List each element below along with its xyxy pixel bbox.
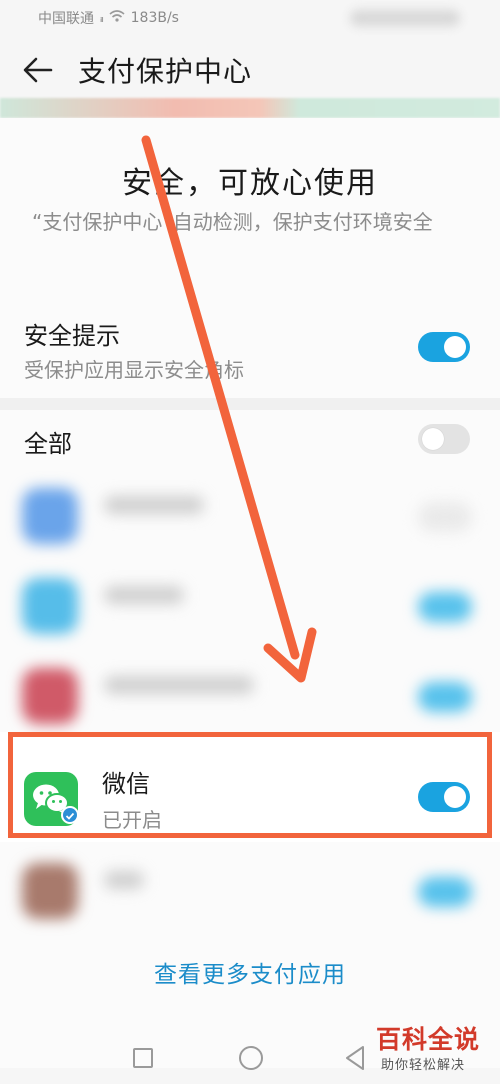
page-title: 支付保护中心 bbox=[78, 55, 253, 88]
wifi-icon bbox=[109, 9, 125, 27]
status-bar: 中国联通 ᵢₗₗ 183B/s bbox=[0, 0, 500, 36]
blurred-app-row bbox=[0, 568, 500, 658]
section-divider bbox=[0, 398, 500, 410]
title-bar: 支付保护中心 bbox=[0, 36, 500, 102]
network-speed: 183B/s bbox=[130, 10, 179, 26]
all-apps-label: 全部 bbox=[24, 430, 72, 458]
toggle-knob bbox=[444, 336, 466, 358]
toggle-knob bbox=[422, 428, 444, 450]
signal-icon: ᵢₗₗ bbox=[100, 11, 104, 25]
safety-tips-label: 安全提示 bbox=[24, 322, 120, 350]
status-icons-blurred bbox=[350, 10, 460, 26]
back-arrow-icon[interactable] bbox=[22, 54, 54, 86]
safety-tips-toggle[interactable] bbox=[418, 332, 470, 362]
view-more-payment-apps-link[interactable]: 查看更多支付应用 bbox=[0, 955, 500, 989]
safety-tips-sublabel: 受保护应用显示安全角标 bbox=[24, 358, 244, 382]
accent-stripe bbox=[0, 98, 500, 118]
security-description: “支付保护中心”自动检测，保护支付环境安全 bbox=[32, 210, 433, 234]
blurred-app-row bbox=[0, 478, 500, 568]
main-content: 安全，可放心使用 “支付保护中心”自动检测，保护支付环境安全 安全提示 受保护应… bbox=[0, 118, 500, 1068]
carrier-label: 中国联通 bbox=[38, 11, 94, 27]
home-button[interactable] bbox=[239, 1046, 263, 1070]
watermark-subtitle: 助你轻松解决 bbox=[381, 1058, 466, 1073]
annotation-highlight-box bbox=[8, 732, 492, 838]
blurred-app-row bbox=[0, 853, 500, 943]
recent-apps-button[interactable] bbox=[133, 1048, 153, 1068]
all-apps-toggle[interactable] bbox=[418, 424, 470, 454]
security-status-headline: 安全，可放心使用 bbox=[122, 166, 378, 201]
watermark-title: 百科全说 bbox=[376, 1025, 481, 1054]
back-button[interactable] bbox=[343, 1044, 367, 1072]
